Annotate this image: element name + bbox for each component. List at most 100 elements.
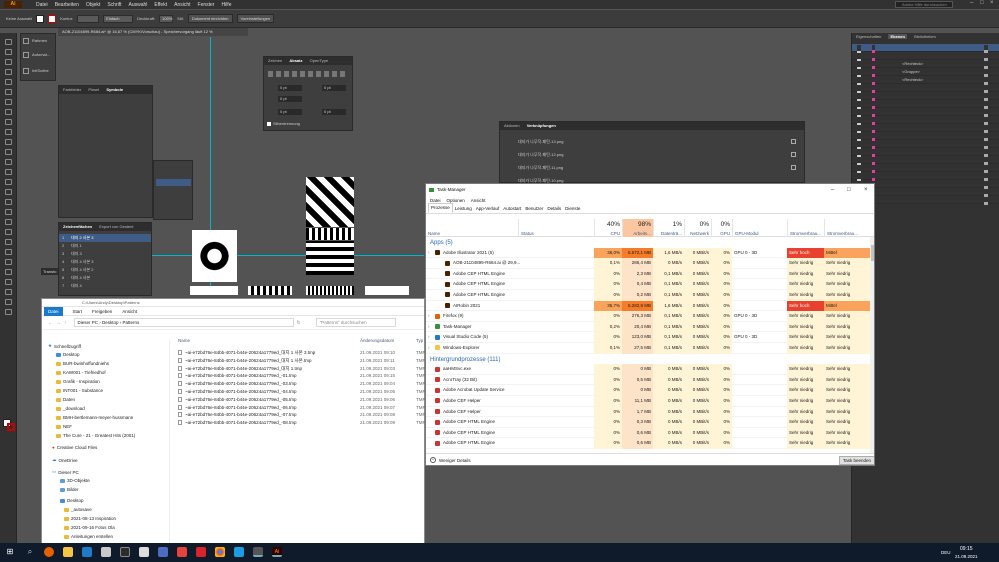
link-row[interactable]: 대지가 나무작-패턴-13.png <box>518 139 563 145</box>
zoom-tool-icon[interactable] <box>5 309 12 315</box>
file-row[interactable]: ~ai-e72bd76e-84bb-4071-b44e-20624a1779ed… <box>174 349 426 357</box>
task-manager-taskbar-icon[interactable] <box>253 547 263 557</box>
stroke-style-select[interactable]: Einfach <box>103 14 134 23</box>
tab-prozesse[interactable]: Prozesse <box>428 203 453 213</box>
process-row[interactable]: › Firefox (9) 0% 276,3 MB 0,1 MB/s 0 MBit/s 0%… <box>426 311 870 322</box>
tab-export[interactable]: Export von Gestent <box>99 224 133 229</box>
tab-symbole[interactable]: Symbole <box>106 87 123 92</box>
first-line-indent-field[interactable]: 0 pt <box>278 96 302 102</box>
pattern-tile-stripes[interactable] <box>306 228 354 240</box>
process-row[interactable]: Adobe CEP HTML Engine 0% 0,6 MB 0 MB/s 0 MBi… <box>426 427 870 439</box>
column-header-type[interactable]: Typ <box>416 338 423 343</box>
up-icon[interactable]: ↑ <box>64 320 67 326</box>
eyedropper-tool-icon[interactable] <box>5 239 12 245</box>
app-icon[interactable] <box>101 547 111 557</box>
curvature-tool-icon[interactable] <box>5 89 12 95</box>
process-row[interactable]: › Task-Manager 0,2% 20,4 MB 0,1 MB/s 0 MBit/s… <box>426 321 870 333</box>
mesh-tool-icon[interactable] <box>5 219 12 225</box>
nav-item[interactable]: 2021-09-16 Fotos Ola <box>64 525 115 530</box>
visibility-eye-icons[interactable] <box>857 45 861 205</box>
language-indicator[interactable]: DEU <box>941 550 951 555</box>
col-memory[interactable]: 98% Arbeits... <box>622 219 653 237</box>
deckkraft-field[interactable]: 100% <box>159 14 174 23</box>
transform-panel-tab[interactable]: Transfo <box>41 268 59 275</box>
nav-item[interactable]: ☁ OneDrive <box>52 457 78 463</box>
space-before-field[interactable]: 0 pt <box>278 109 302 115</box>
menu-effekt[interactable]: Effekt <box>154 2 167 8</box>
acrobat-icon[interactable] <box>196 547 206 557</box>
nav-item[interactable]: Daten <box>56 397 75 402</box>
expand-chevron-icon[interactable]: › <box>428 332 430 343</box>
tab-leistung[interactable]: Leistung <box>453 205 474 213</box>
file-row[interactable]: ~ai-e72bd76e-84bb-4071-b44e-20624a1779ed… <box>174 404 426 412</box>
tab-autostart[interactable]: Autostart <box>501 205 523 213</box>
tab-verknuepfungen[interactable]: Verknüpfungen <box>527 123 556 128</box>
task-beenden-button[interactable]: Task beenden <box>839 456 874 465</box>
process-row[interactable]: Adobe CEP HTML Engine 0% 0,2 MB 0,1 MB/s 0 M… <box>426 290 870 301</box>
vscode-icon[interactable] <box>82 547 92 557</box>
clock-date[interactable]: 21.09.2021 <box>955 554 978 559</box>
menu-objekt[interactable]: Objekt <box>86 2 100 8</box>
expand-chevron-icon[interactable]: › <box>428 248 430 259</box>
col-name[interactable]: Name <box>426 219 518 237</box>
col-gpu-module[interactable]: GPU-Modul <box>732 219 787 237</box>
nav-item[interactable]: ★ Schnellzugriff <box>48 343 81 349</box>
pattern-tile-blank[interactable] <box>190 286 238 295</box>
tab-zeichen[interactable]: Zeichen <box>268 58 282 63</box>
col-power[interactable]: Stromverbrau... <box>787 219 824 237</box>
expand-chevron-icon[interactable]: › <box>428 322 430 333</box>
explorer-search-input[interactable]: "Patterns" durchsuchen <box>315 318 396 327</box>
stroke-color-icon[interactable] <box>7 423 15 431</box>
nav-item[interactable]: INT001 - Substance <box>56 388 103 393</box>
file-row[interactable]: ~ai-e72bd76e-84bb-4071-b44e-20624a1779ed… <box>174 357 426 365</box>
file-row[interactable]: ~ai-e72bd76e-84bb-4071-b44e-20624a1779ed… <box>174 372 426 380</box>
shape-builder-tool-icon[interactable] <box>5 199 12 205</box>
stroke-weight-field[interactable] <box>77 14 100 23</box>
firefox-icon[interactable] <box>44 547 54 557</box>
pattern-tile-diamond[interactable] <box>306 177 354 227</box>
line-tool-icon[interactable] <box>5 109 12 115</box>
col-network[interactable]: 0% Netzwerk <box>684 219 711 237</box>
maximize-icon[interactable]: □ <box>980 0 984 6</box>
link-status-icon[interactable] <box>791 152 796 157</box>
back-icon[interactable]: ← <box>48 320 53 326</box>
close-icon[interactable]: × <box>990 0 994 6</box>
free-transform-tool-icon[interactable] <box>5 189 12 195</box>
file-row[interactable]: ~ai-e72bd76e-84bb-4071-b44e-20624a1779ed… <box>174 411 426 419</box>
refresh-icon[interactable]: ↻ <box>297 320 301 326</box>
rotate-tool-icon[interactable] <box>5 159 12 165</box>
app-icon[interactable] <box>120 547 130 557</box>
col-status[interactable]: Status <box>518 219 594 237</box>
menu-bearbeiten[interactable]: Bearbeiten <box>55 2 79 8</box>
col-disk[interactable]: 1% Datenträ... <box>653 219 684 237</box>
process-row[interactable]: Adobe CEP HTML Engine 0% 2,3 MB 0,1 MB/s 0 M… <box>426 268 870 280</box>
link-row[interactable]: 대지가 나무작-패턴-12.png <box>518 152 563 158</box>
nav-item[interactable]: The Cure - 21 - Greatest Hits (2001) <box>56 433 135 438</box>
nav-item[interactable]: 2021-08-13 Inspiration <box>64 516 116 521</box>
process-row[interactable]: Adobe Acrobat Update Service 0% 0 MB 0 MB/s… <box>426 385 870 396</box>
artboard-row-name[interactable]: 대지 4 <box>71 283 82 289</box>
nav-item[interactable]: 3D-Objekte <box>60 478 90 483</box>
process-scrollbar[interactable] <box>870 237 874 453</box>
file-row[interactable]: ~ai-e72bd76e-84bb-4071-b44e-20624a1779ed… <box>174 380 426 388</box>
blend-tool-icon[interactable] <box>5 249 12 255</box>
indent-left-field[interactable]: 0 pt <box>278 85 302 91</box>
tab-aktionen[interactable]: Aktionen <box>504 123 520 128</box>
file-row[interactable]: ~ai-e72bd76e-84bb-4071-b44e-20624a1779ed… <box>174 419 426 427</box>
fill-swatch[interactable] <box>36 14 45 23</box>
artboard-row-name[interactable]: 대지 4 사본 3 <box>71 259 94 265</box>
scale-tool-icon[interactable] <box>5 169 12 175</box>
selection-tool-icon[interactable] <box>5 39 12 45</box>
app-icon[interactable] <box>177 547 187 557</box>
help-search-input[interactable]: Adobe Hilfe durchsuchen <box>895 1 953 8</box>
maximize-icon[interactable]: □ <box>847 184 851 196</box>
col-gpu[interactable]: 0% GPU <box>711 219 732 237</box>
space-after-field[interactable]: 0 pt <box>322 109 346 115</box>
chrome-icon[interactable] <box>215 547 225 557</box>
artboard-row-name[interactable]: 대지 3 <box>71 251 82 257</box>
breadcrumb-desktop[interactable]: Desktop <box>102 320 119 325</box>
alignment-buttons[interactable] <box>268 71 348 77</box>
nav-item[interactable]: ● Creative Cloud Files <box>52 445 97 450</box>
tab-eigenschaften[interactable]: Eigenschaften <box>856 34 881 39</box>
pattern-tile-circle[interactable] <box>192 230 237 282</box>
